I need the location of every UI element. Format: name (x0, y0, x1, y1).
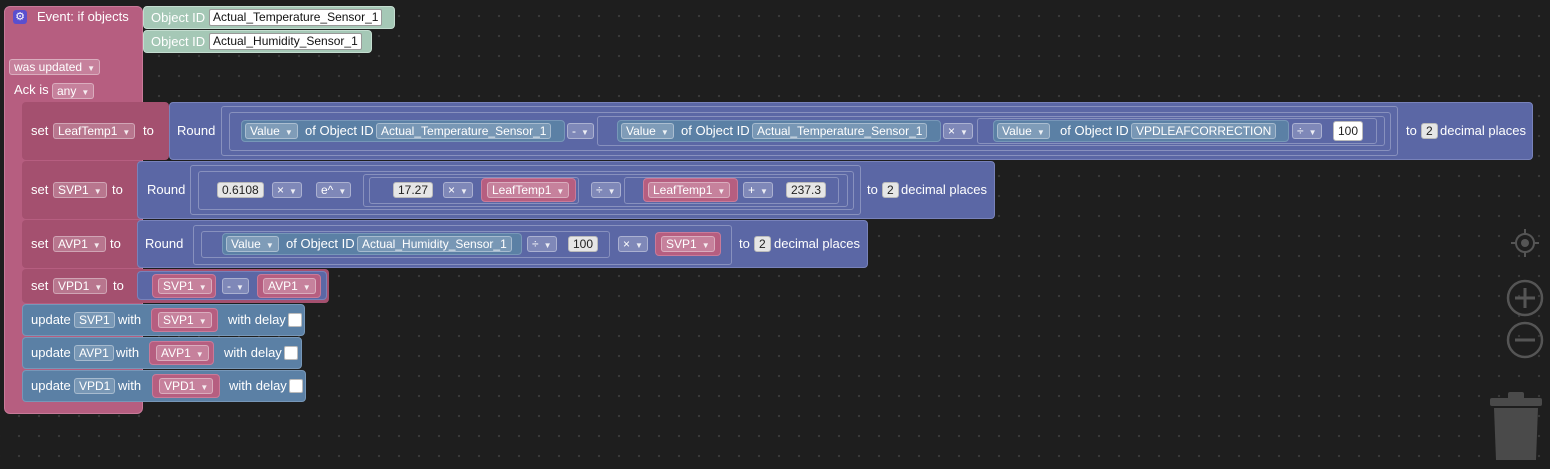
variable-dropdown[interactable]: LeafTemp1 ▼ (487, 182, 570, 198)
with-label: with (118, 378, 142, 393)
with-label: with (118, 312, 142, 327)
object-id-field[interactable]: Actual_Temperature_Sensor_1 (209, 9, 383, 26)
object-id-field[interactable]: Actual_Humidity_Sensor_1 (357, 236, 512, 252)
variable-dropdown[interactable]: AVP1 ▼ (53, 236, 106, 252)
set-label: set (31, 236, 49, 251)
number-field[interactable]: 0.6108 (217, 182, 264, 198)
number-field[interactable]: 100 (568, 236, 599, 252)
operator-dropdown[interactable]: ÷ ▼ (591, 182, 621, 198)
decimal-places-label: decimal places (1440, 123, 1526, 138)
with-delay-label: with delay (229, 378, 287, 393)
trigger-dropdown[interactable]: was updated ▼ (9, 59, 100, 75)
to-label: to (143, 123, 154, 138)
set-label: set (31, 123, 49, 138)
state-field[interactable]: AVP1 (74, 345, 114, 361)
variable-dropdown[interactable]: SVP1 ▼ (158, 278, 212, 294)
variable-dropdown[interactable]: SVP1 ▼ (158, 312, 212, 328)
value-dropdown[interactable]: Value ▼ (226, 236, 279, 252)
variable-dropdown[interactable]: LeafTemp1 ▼ (648, 182, 731, 198)
round-label: Round (177, 123, 216, 138)
update-label: update (31, 312, 71, 327)
recenter-icon[interactable] (1511, 229, 1539, 257)
value-dropdown[interactable]: Value ▼ (245, 123, 298, 139)
update-label: update (31, 345, 71, 360)
delay-checkbox[interactable] (288, 313, 302, 327)
object-id-field[interactable]: Actual_Temperature_Sensor_1 (752, 123, 928, 139)
number-field[interactable]: 237.3 (786, 182, 827, 198)
operator-dropdown[interactable]: × ▼ (443, 182, 473, 198)
delay-checkbox[interactable] (289, 379, 303, 393)
to-label: to (739, 236, 750, 251)
event-title: Event: if objects (37, 9, 129, 24)
trash-icon[interactable] (1488, 390, 1544, 462)
state-field[interactable]: SVP1 (74, 312, 115, 328)
decimal-places-label: decimal places (774, 236, 860, 251)
value-dropdown[interactable]: Value ▼ (997, 123, 1050, 139)
zoom-in-icon[interactable] (1505, 278, 1545, 318)
round-label: Round (147, 182, 186, 197)
to-label: to (113, 278, 124, 293)
set-label: set (31, 182, 49, 197)
object-id-label: Object ID (151, 34, 206, 49)
set-label: set (31, 278, 49, 293)
to-label: to (867, 182, 878, 197)
operator-dropdown[interactable]: × ▼ (943, 123, 973, 139)
variable-dropdown[interactable]: SVP1 ▼ (53, 182, 107, 198)
ack-label: Ack is (14, 82, 49, 97)
update-label: update (31, 378, 71, 393)
round-label: Round (145, 236, 184, 251)
decimal-places-label: decimal places (901, 182, 987, 197)
delay-checkbox[interactable] (284, 346, 298, 360)
of-object-id-label: of Object ID (681, 123, 750, 138)
variable-dropdown[interactable]: SVP1 ▼ (661, 236, 715, 252)
state-field[interactable]: VPD1 (74, 378, 116, 394)
operator-dropdown[interactable]: - ▼ (567, 123, 594, 139)
of-object-id-label: of Object ID (1060, 123, 1129, 138)
with-label: with (116, 345, 140, 360)
decimals-field[interactable]: 2 (882, 182, 899, 198)
zoom-out-icon[interactable] (1505, 320, 1545, 360)
decimals-field[interactable]: 2 (1421, 123, 1438, 139)
object-id-field[interactable]: VPDLEAFCORRECTION (1131, 123, 1277, 139)
of-object-id-label: of Object ID (286, 236, 355, 251)
ack-dropdown[interactable]: any ▼ (52, 83, 95, 99)
with-delay-label: with delay (224, 345, 282, 360)
with-delay-label: with delay (228, 312, 286, 327)
of-object-id-label: of Object ID (305, 123, 374, 138)
operator-dropdown[interactable]: ÷ ▼ (1292, 123, 1322, 139)
operator-dropdown[interactable]: - ▼ (222, 278, 249, 294)
variable-dropdown[interactable]: VPD1 ▼ (53, 278, 108, 294)
to-label: to (1406, 123, 1417, 138)
decimals-field[interactable]: 2 (754, 236, 771, 252)
object-id-label: Object ID (151, 10, 206, 25)
gear-icon[interactable]: ⚙ (13, 10, 27, 24)
function-dropdown[interactable]: e^ ▼ (316, 182, 352, 198)
variable-dropdown[interactable]: LeafTemp1 ▼ (53, 123, 136, 139)
operator-dropdown[interactable]: × ▼ (618, 236, 648, 252)
variable-dropdown[interactable]: AVP1 ▼ (263, 278, 316, 294)
number-field[interactable]: 17.27 (393, 182, 434, 198)
to-label: to (110, 236, 121, 251)
object-id-field[interactable]: Actual_Humidity_Sensor_1 (209, 33, 362, 50)
value-dropdown[interactable]: Value ▼ (621, 123, 674, 139)
operator-dropdown[interactable]: ÷ ▼ (527, 236, 557, 252)
operator-dropdown[interactable]: + ▼ (743, 182, 773, 198)
operator-dropdown[interactable]: × ▼ (272, 182, 302, 198)
object-id-field[interactable]: Actual_Temperature_Sensor_1 (376, 123, 552, 139)
variable-dropdown[interactable]: VPD1 ▼ (159, 378, 214, 394)
variable-dropdown[interactable]: AVP1 ▼ (156, 345, 209, 361)
number-field[interactable]: 100 (1333, 121, 1364, 141)
to-label: to (112, 182, 123, 197)
